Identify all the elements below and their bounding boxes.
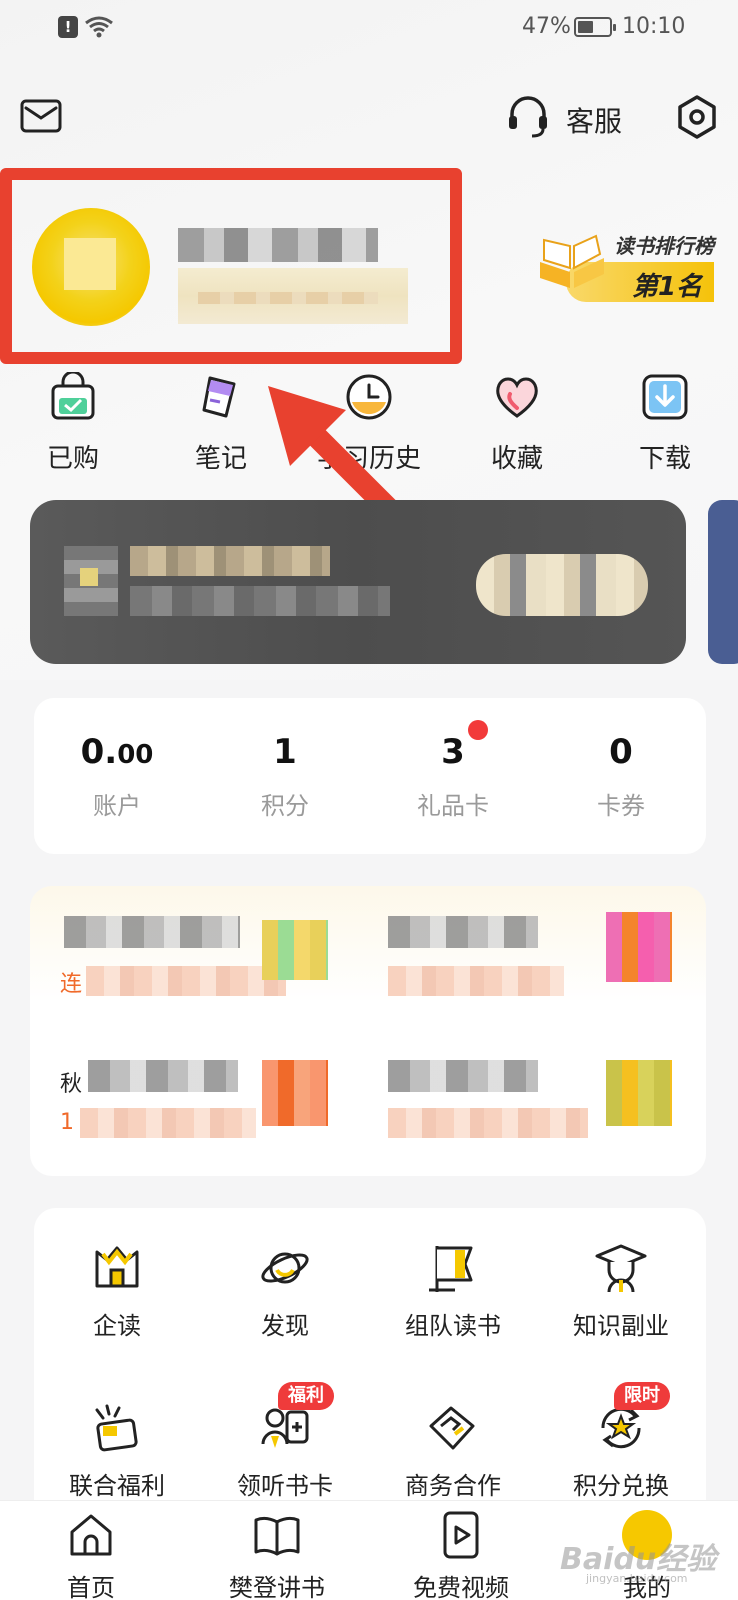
wallet-points[interactable]: 1 积分 [220, 732, 350, 821]
grid-item-team-reading[interactable]: 组队读书 [378, 1240, 528, 1341]
quick-item-label: 笔记 [194, 444, 247, 474]
wifi-icon [85, 16, 113, 38]
nav-free-video[interactable]: 免费视频 [396, 1510, 526, 1600]
wallet-value: 1 [273, 732, 297, 772]
grid-item-label: 商务合作 [405, 1472, 501, 1500]
quick-item-label: 已购 [46, 444, 99, 474]
promo-fragment: 连 [60, 972, 83, 997]
wallet-value: 0 [609, 732, 633, 772]
nav-label: 首页 [67, 1574, 115, 1600]
customer-service-label[interactable]: 客服 [566, 100, 622, 140]
open-book-icon [540, 234, 604, 288]
grid-item-label: 知识副业 [573, 1312, 669, 1340]
rank-value: 第1名 [632, 272, 703, 302]
grid-item-audiobook-card[interactable]: 领听书卡 [210, 1400, 360, 1501]
alert-icon: ! [58, 16, 78, 38]
heart-icon [496, 377, 538, 418]
wallet-label: 卡券 [597, 792, 645, 820]
grid-item-label: 组队读书 [405, 1312, 501, 1340]
status-bar: ! 47% 10:10 [0, 0, 738, 56]
open-book-icon [254, 1516, 300, 1556]
promo-banner-blurred[interactable] [30, 500, 686, 664]
grid-item-enterprise-read[interactable]: 企读 [42, 1240, 192, 1341]
watermark-sub: jingyan.baidu.com [586, 1572, 688, 1585]
battery-percent: 47% [522, 14, 571, 39]
settings-hexagon-icon[interactable] [674, 94, 720, 140]
wallet-value: 3 [441, 732, 465, 772]
quick-item-purchased[interactable]: 已购 [18, 372, 128, 475]
grid-item-label: 企读 [93, 1312, 141, 1340]
headset-icon[interactable] [506, 94, 550, 138]
grid-item-label: 联合福利 [69, 1472, 165, 1500]
wallet-value: 0. [80, 732, 118, 772]
quick-item-history[interactable]: 学习历史 [314, 372, 424, 475]
shopping-bag-icon [51, 372, 95, 420]
grid-item-discover[interactable]: 发现 [210, 1240, 360, 1341]
quick-item-label: 学习历史 [316, 444, 421, 474]
clock-time: 10:10 [622, 14, 686, 39]
clock-icon [346, 374, 392, 420]
wallet-gift-card[interactable]: 3 礼品卡 [388, 732, 518, 821]
wallet-value-decimal: 00 [117, 740, 154, 770]
grid-item-points-exchange[interactable]: 积分兑换 [546, 1400, 696, 1501]
quick-item-favorites[interactable]: 收藏 [462, 372, 572, 475]
nav-fandeng-books[interactable]: 樊登讲书 [212, 1510, 342, 1600]
grid-item-business[interactable]: 商务合作 [378, 1400, 528, 1501]
quick-item-label: 收藏 [490, 444, 543, 474]
grid-item-joint-benefits[interactable]: 联合福利 [42, 1400, 192, 1501]
battery-icon [574, 17, 616, 37]
nav-home[interactable]: 首页 [26, 1510, 156, 1600]
promo-grid-blurred[interactable]: 连 秋 1 [30, 886, 706, 1176]
mail-icon[interactable] [20, 98, 62, 134]
promo-fragment: 1 [60, 1110, 74, 1135]
graduation-cap-icon [595, 1244, 647, 1293]
handshake-icon [429, 1406, 475, 1450]
planet-icon [261, 1252, 309, 1284]
home-icon [70, 1514, 112, 1556]
quick-item-label: 下载 [638, 444, 691, 474]
wallet-sparkle-icon [95, 1404, 138, 1452]
limited-time-badge: 限时 [614, 1382, 670, 1410]
highlight-box [0, 168, 462, 364]
promo-fragment: 秋 [60, 1072, 83, 1097]
enterprise-read-icon [95, 1246, 139, 1288]
flag-icon [429, 1246, 473, 1292]
grid-item-label: 发现 [261, 1312, 309, 1340]
notification-dot [468, 720, 488, 740]
grid-item-label: 领听书卡 [237, 1472, 333, 1500]
wallet-label: 积分 [261, 792, 309, 820]
note-cup-icon [202, 376, 236, 418]
quick-item-notes[interactable]: 笔记 [166, 372, 276, 475]
rank-title: 读书排行榜 [614, 234, 714, 258]
benefit-badge: 福利 [278, 1382, 334, 1410]
wallet-account[interactable]: 0.00 账户 [52, 732, 182, 821]
wallet-label: 账户 [93, 792, 141, 820]
video-play-icon [443, 1511, 479, 1559]
grid-item-knowledge-side-job[interactable]: 知识副业 [546, 1240, 696, 1341]
grid-item-label: 积分兑换 [573, 1472, 669, 1500]
nav-label: 免费视频 [413, 1574, 509, 1600]
download-icon [642, 374, 688, 420]
banner-next-peek[interactable] [708, 500, 738, 664]
nav-label: 樊登讲书 [229, 1574, 325, 1600]
quick-item-download[interactable]: 下载 [610, 372, 720, 475]
wallet-label: 礼品卡 [417, 792, 489, 820]
wallet-coupons[interactable]: 0 卡券 [556, 732, 686, 821]
